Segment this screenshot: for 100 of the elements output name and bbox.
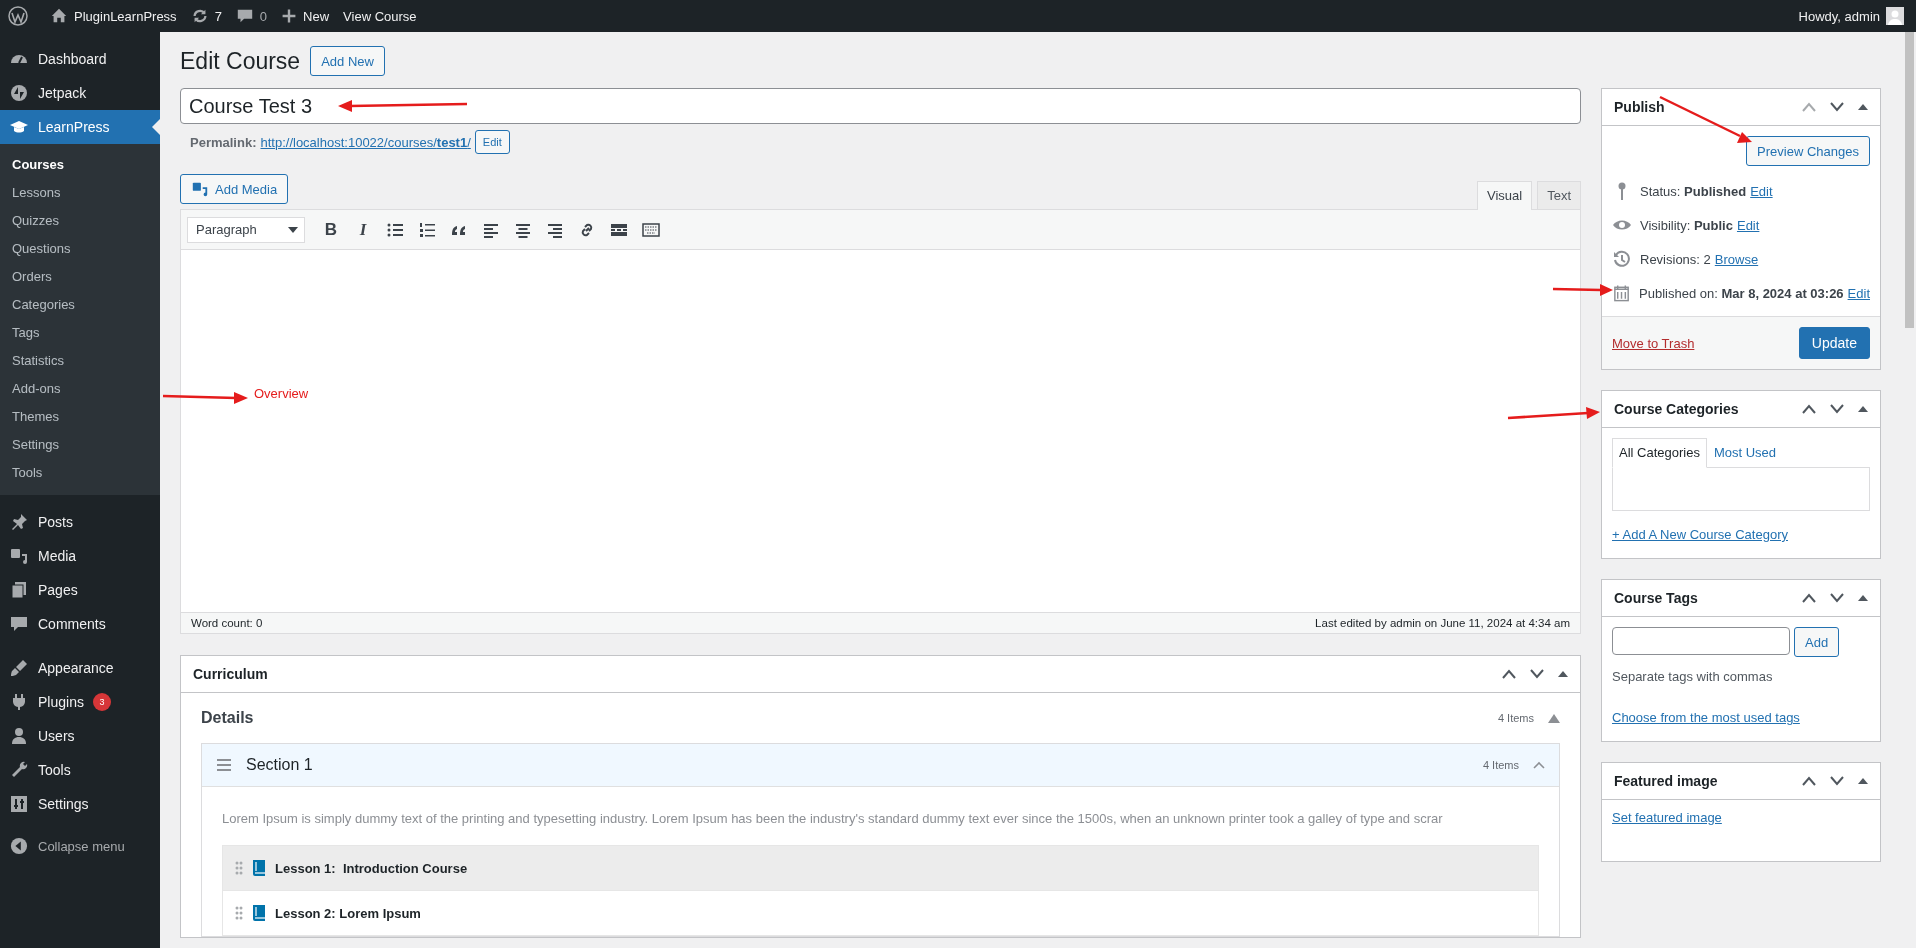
move-down-icon[interactable] xyxy=(1830,102,1844,112)
sidebar-menu-item[interactable]: LearnPress xyxy=(0,110,160,144)
sidebar-menu-item[interactable]: Comments xyxy=(0,607,160,641)
submenu-item[interactable]: Tools xyxy=(0,459,160,487)
add-tag-button[interactable]: Add xyxy=(1794,627,1840,657)
move-up-icon[interactable] xyxy=(1802,404,1816,414)
new-link[interactable]: New xyxy=(281,8,330,24)
site-name-link[interactable]: PluginLearnPress xyxy=(50,7,177,25)
move-up-icon[interactable] xyxy=(1802,776,1816,786)
sidebar-menu-item[interactable]: Jetpack xyxy=(0,76,160,110)
details-heading: Details xyxy=(201,709,254,727)
lesson-row[interactable]: Lesson 1: Introduction Course xyxy=(222,845,1539,891)
submenu-item[interactable]: Questions xyxy=(0,235,160,263)
book-icon xyxy=(251,859,267,877)
title-field[interactable]: Course Test 3 xyxy=(180,88,1581,124)
category-tab[interactable]: Most Used xyxy=(1706,438,1784,467)
submenu-item[interactable]: Themes xyxy=(0,403,160,431)
edit-link[interactable]: Browse xyxy=(1714,251,1759,267)
italic-button[interactable]: I xyxy=(353,219,373,240)
sidebar-menu-item[interactable]: Appearance xyxy=(0,651,160,685)
drag-dots-icon[interactable] xyxy=(235,861,243,875)
move-down-icon[interactable] xyxy=(1530,669,1544,679)
comments-link[interactable]: 0 xyxy=(235,7,268,25)
edit-link[interactable]: Edit xyxy=(1736,217,1760,233)
updates-link[interactable]: 7 xyxy=(190,7,222,25)
collapse-triangle-icon[interactable] xyxy=(1558,670,1568,678)
word-count: Word count: 0 xyxy=(191,617,263,629)
submenu-item[interactable]: Quizzes xyxy=(0,207,160,235)
bold-button[interactable]: B xyxy=(321,219,341,240)
sidebar-menu-item[interactable]: Users xyxy=(0,719,160,753)
submenu-item[interactable]: Courses xyxy=(0,151,160,179)
edit-link[interactable]: Edit xyxy=(1750,183,1773,199)
submenu-item[interactable]: Settings xyxy=(0,431,160,459)
calendar-icon xyxy=(1612,283,1632,303)
sidebar-menu-item[interactable]: Tools xyxy=(0,753,160,787)
permalink-link[interactable]: http://localhost:10022/courses/test1/ xyxy=(260,134,471,150)
history-icon xyxy=(1612,249,1632,269)
collapse-triangle-icon[interactable] xyxy=(1858,405,1868,413)
menu-pointer-icon xyxy=(152,119,160,135)
collapse-triangle-icon[interactable] xyxy=(1548,713,1560,723)
submenu-item[interactable]: Tags xyxy=(0,319,160,347)
format-dropdown[interactable]: Paragraph xyxy=(187,216,305,243)
page-title: Edit Course xyxy=(180,47,301,75)
plus-icon xyxy=(281,8,298,24)
editor-tab[interactable]: Text xyxy=(1537,181,1581,209)
sidebar-menu-item[interactable]: Dashboard xyxy=(0,42,160,76)
annotation-arrow xyxy=(1552,284,1613,296)
edit-permalink-button[interactable]: Edit xyxy=(474,130,510,154)
chevron-up-icon[interactable] xyxy=(1533,761,1545,769)
media-icon xyxy=(191,180,209,198)
move-down-icon[interactable] xyxy=(1830,404,1844,414)
sidebar-menu-item[interactable]: Media xyxy=(0,539,160,573)
wordpress-logo-icon[interactable] xyxy=(8,6,28,26)
update-button[interactable]: Update xyxy=(1798,327,1870,359)
set-featured-image-link[interactable]: Set featured image xyxy=(1612,810,1722,825)
tags-hint: Separate tags with commas xyxy=(1612,669,1774,684)
sidebar-menu-item[interactable]: Plugins 3 xyxy=(0,685,160,719)
view-course-link[interactable]: View Course xyxy=(343,8,417,24)
collapse-triangle-icon[interactable] xyxy=(1858,103,1868,111)
collapse-menu-button[interactable]: Collapse menu xyxy=(0,831,160,861)
tag-input-field[interactable] xyxy=(1612,627,1790,655)
sidebar-menu-item[interactable]: Settings xyxy=(0,787,160,821)
scrollbar-thumb[interactable] xyxy=(1905,32,1914,328)
preview-changes-button[interactable]: Preview Changes xyxy=(1746,136,1870,166)
add-category-link[interactable]: + Add A New Course Category xyxy=(1612,527,1788,542)
edit-link[interactable]: Edit xyxy=(1847,285,1870,301)
panel-title: Curriculum xyxy=(193,666,268,682)
most-used-tags-link[interactable]: Choose from the most used tags xyxy=(1612,710,1800,725)
left-arrow-circle-icon xyxy=(10,837,28,855)
panel-title: Publish xyxy=(1614,99,1665,115)
move-up-icon[interactable] xyxy=(1502,669,1516,679)
sidebar-menu-item[interactable]: Pages xyxy=(0,573,160,607)
submenu-item[interactable]: Add-ons xyxy=(0,375,160,403)
move-up-icon[interactable] xyxy=(1802,593,1816,603)
home-icon xyxy=(50,7,68,25)
submenu-item[interactable]: Orders xyxy=(0,263,160,291)
editor-tab[interactable]: Visual xyxy=(1476,181,1533,210)
panel-title: Featured image xyxy=(1614,773,1718,789)
move-down-icon[interactable] xyxy=(1830,593,1844,603)
lesson-row[interactable]: Lesson 2: Lorem Ipsum xyxy=(222,890,1539,936)
move-to-trash-link[interactable]: Move to Trash xyxy=(1612,335,1695,351)
dropdown-caret-icon xyxy=(288,226,298,233)
last-edited-note: Last edited by admin on June 11, 2024 at 4:34 am xyxy=(1315,617,1570,629)
sidebar-menu-item[interactable]: Posts xyxy=(0,505,160,539)
drag-dots-icon[interactable] xyxy=(235,906,243,920)
update-count-badge: 3 xyxy=(92,693,111,711)
submenu-item[interactable]: Statistics xyxy=(0,347,160,375)
sliders-icon xyxy=(9,794,29,814)
add-new-button[interactable]: Add New xyxy=(310,46,385,76)
collapse-triangle-icon[interactable] xyxy=(1858,777,1868,785)
category-tab[interactable]: All Categories xyxy=(1612,438,1707,468)
submenu-item[interactable]: Lessons xyxy=(0,179,160,207)
move-down-icon[interactable] xyxy=(1830,776,1844,786)
item-count: 4 Items xyxy=(1497,712,1534,724)
publish-detail: Revisions: 2 xyxy=(1640,251,1711,267)
submenu-item[interactable]: Categories xyxy=(0,291,160,319)
add-media-button[interactable]: Add Media xyxy=(180,174,289,204)
account-menu[interactable]: Howdy, admin xyxy=(1798,7,1904,25)
drag-handle-icon[interactable] xyxy=(216,759,232,771)
collapse-triangle-icon[interactable] xyxy=(1858,594,1868,602)
